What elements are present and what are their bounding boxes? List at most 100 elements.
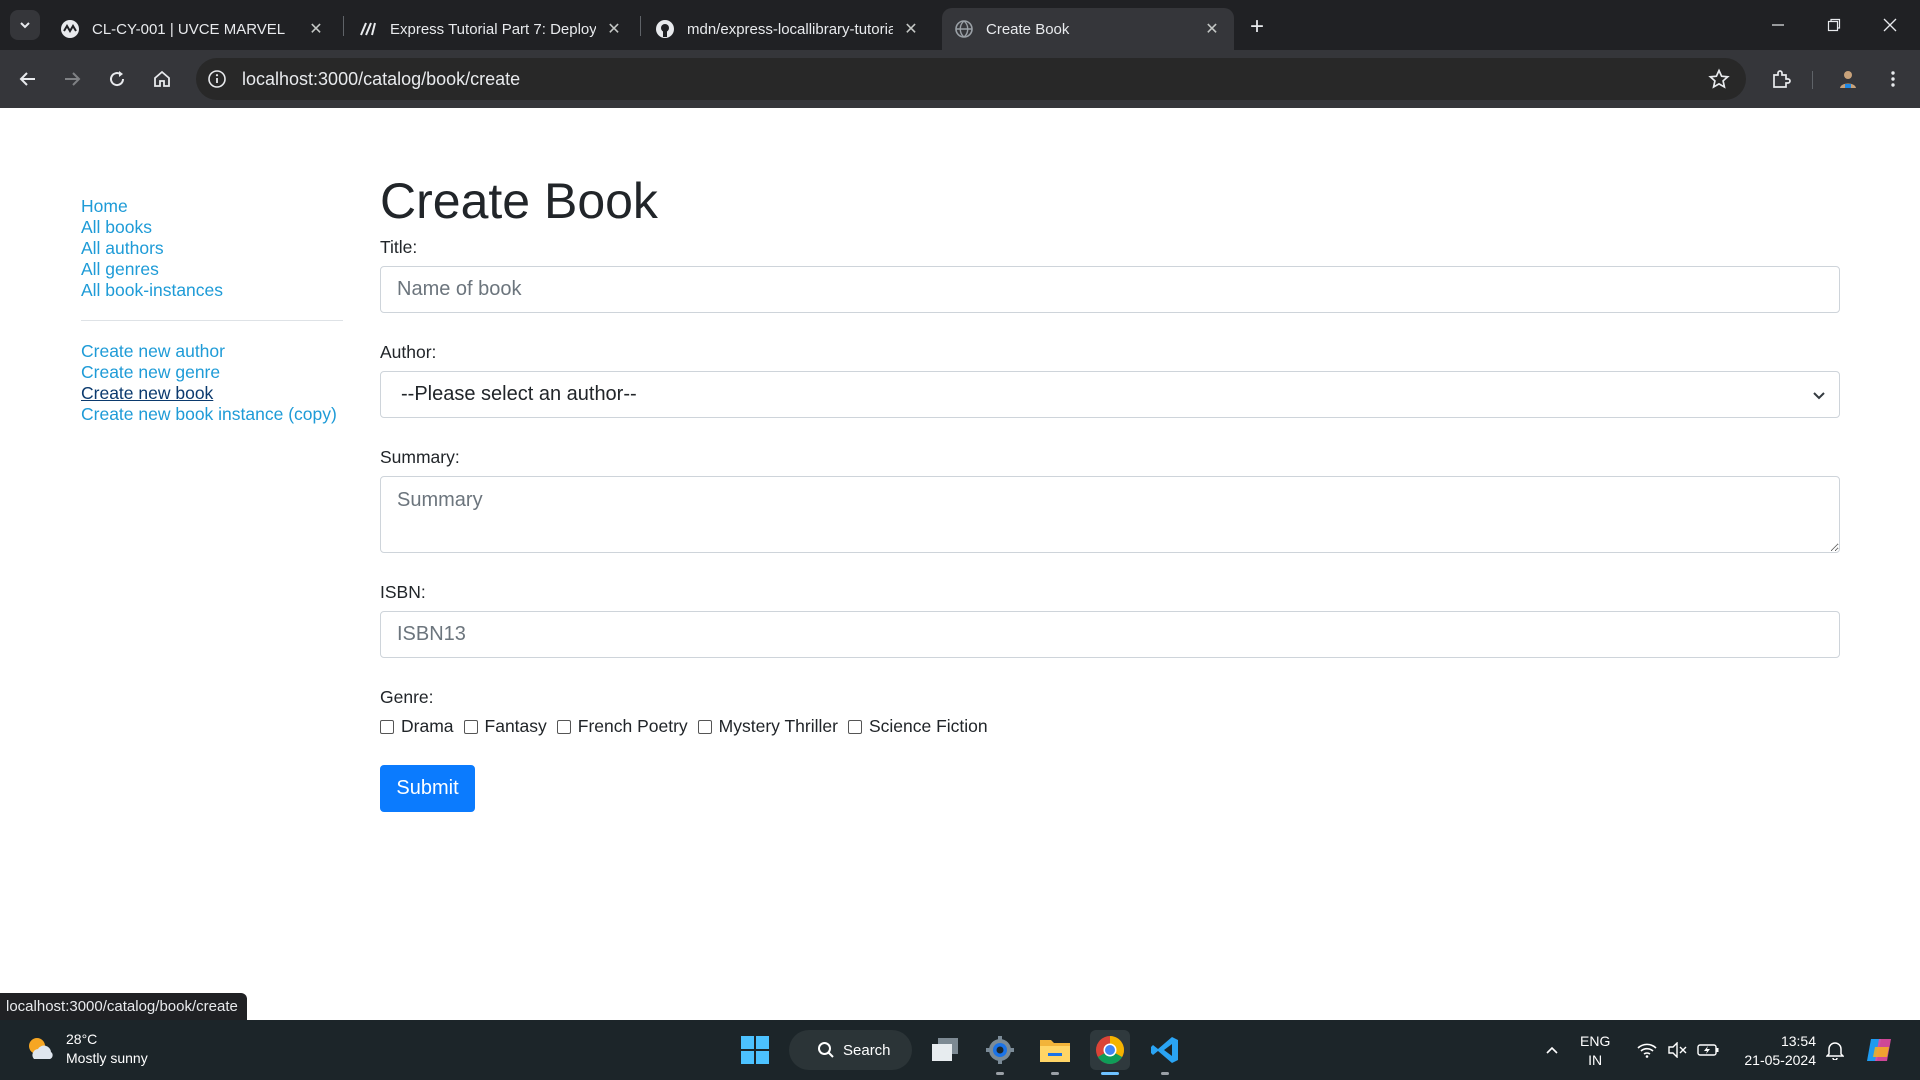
file-explorer-app[interactable] (1035, 1030, 1075, 1075)
marvel-logo-icon (60, 19, 80, 39)
isbn-input[interactable] (380, 611, 1840, 658)
github-logo-icon (655, 19, 675, 39)
restore-button[interactable] (1806, 0, 1862, 50)
task-view-icon (932, 1038, 958, 1061)
weather-widget[interactable]: 28°C Mostly sunny (24, 1030, 148, 1068)
title-label: Title: (380, 237, 418, 257)
tab-search-button[interactable] (10, 10, 40, 40)
chevron-up-icon (1546, 1046, 1558, 1054)
tab-divider (343, 16, 344, 36)
profile-button[interactable] (1830, 61, 1866, 97)
address-bar[interactable]: localhost:3000/catalog/book/create (196, 58, 1746, 100)
close-tab-icon[interactable]: ✕ (306, 19, 326, 39)
input-language-indicator[interactable]: ENG IN (1580, 1032, 1610, 1070)
running-indicator (1051, 1072, 1059, 1075)
system-clock[interactable]: 13:54 21-05-2024 (1738, 1032, 1816, 1070)
close-tab-icon[interactable]: ✕ (1202, 19, 1222, 39)
isbn-label: ISBN: (380, 582, 426, 602)
taskbar-search[interactable]: Search (789, 1030, 912, 1070)
show-hidden-icons-button[interactable] (1540, 1020, 1564, 1080)
author-select[interactable]: --Please select an author-- (380, 371, 1840, 418)
genre-option-mystery-thriller[interactable]: Mystery Thriller (697, 716, 838, 737)
tab-uvce-marvel[interactable]: CL-CY-001 | UVCE MARVEL ✕ (48, 8, 338, 50)
bookmark-star-icon[interactable] (1708, 68, 1730, 90)
sidebar-link-home[interactable]: Home (81, 196, 343, 217)
genre-option-fantasy[interactable]: Fantasy (463, 716, 547, 737)
genre-checkbox[interactable] (697, 719, 712, 734)
home-icon (154, 70, 170, 87)
wifi-status[interactable] (1634, 1020, 1660, 1080)
sidebar-link-create-book-instance[interactable]: Create new book instance (copy) (81, 404, 343, 425)
extensions-button[interactable] (1763, 61, 1799, 97)
genre-checkbox[interactable] (847, 719, 862, 734)
sidebar-link-all-book-instances[interactable]: All book-instances (81, 280, 343, 301)
weather-temp: 28°C (66, 1031, 98, 1047)
bell-icon (1826, 1042, 1844, 1060)
tab-title: CL-CY-001 | UVCE MARVEL (92, 20, 286, 38)
battery-status[interactable] (1694, 1020, 1722, 1080)
copilot-logo-icon (1867, 1039, 1891, 1061)
sidebar-link-all-authors[interactable]: All authors (81, 238, 343, 259)
summary-textarea[interactable] (380, 476, 1840, 553)
vscode-logo-icon (1151, 1037, 1178, 1063)
browser-tab-bar: CL-CY-001 | UVCE MARVEL ✕ Express Tutori… (0, 0, 1920, 50)
region-code: IN (1588, 1052, 1603, 1068)
author-group: Author: --Please select an author-- (380, 341, 1840, 418)
more-vertical-icon (1891, 71, 1895, 87)
tab-divider (640, 16, 641, 36)
volume-status[interactable] (1664, 1020, 1690, 1080)
back-button[interactable] (10, 61, 46, 97)
chrome-app[interactable] (1090, 1030, 1130, 1075)
sidebar-link-all-books[interactable]: All books (81, 217, 343, 238)
genre-checkbox[interactable] (380, 719, 394, 734)
title-input[interactable] (380, 266, 1840, 313)
close-tab-icon[interactable]: ✕ (604, 19, 624, 39)
mdn-logo-icon (358, 19, 378, 39)
close-icon (1883, 18, 1897, 32)
genre-checkbox[interactable] (556, 719, 571, 734)
notifications-button[interactable] (1822, 1020, 1848, 1080)
summary-label: Summary: (380, 447, 460, 467)
tab-create-book[interactable]: Create Book ✕ (942, 8, 1234, 50)
new-tab-button[interactable]: + (1243, 13, 1271, 41)
tab-express-tutorial[interactable]: Express Tutorial Part 7: Deployin ✕ (346, 8, 636, 50)
partly-sunny-icon (29, 1038, 53, 1059)
tab-github-repo[interactable]: mdn/express-locallibrary-tutoria ✕ (643, 8, 933, 50)
arrow-left-icon (19, 72, 35, 86)
settings-app[interactable] (980, 1030, 1020, 1075)
volume-muted-icon (1668, 1042, 1687, 1058)
sidebar-link-all-genres[interactable]: All genres (81, 259, 343, 280)
reload-button[interactable] (99, 61, 135, 97)
link-status-bar: localhost:3000/catalog/book/create (0, 993, 247, 1020)
genre-name: Fantasy (484, 716, 547, 736)
sidebar-link-create-author[interactable]: Create new author (81, 341, 343, 362)
page-content: Home All books All authors All genres Al… (0, 108, 1920, 1020)
submit-button[interactable]: Submit (380, 765, 475, 812)
vscode-app[interactable] (1145, 1030, 1185, 1075)
minimize-button[interactable] (1750, 0, 1806, 50)
page-title: Create Book (380, 173, 658, 229)
site-info-icon[interactable] (206, 68, 228, 90)
close-window-button[interactable] (1862, 0, 1918, 50)
genre-option-science-fiction[interactable]: Science Fiction (847, 716, 988, 737)
genre-option-french-poetry[interactable]: French Poetry (556, 716, 688, 737)
clock-date: 21-05-2024 (1744, 1052, 1816, 1068)
title-group: Title: (380, 236, 1840, 313)
task-view-button[interactable] (925, 1030, 965, 1070)
genre-checkbox[interactable] (463, 719, 478, 734)
genre-checkbox-list: Drama Fantasy French Poetry Mystery Thri… (380, 716, 1840, 737)
gear-icon (986, 1036, 1014, 1064)
copilot-button[interactable] (1862, 1020, 1898, 1080)
start-button[interactable] (735, 1030, 775, 1070)
home-button[interactable] (144, 61, 180, 97)
weather-desc: Mostly sunny (66, 1050, 148, 1066)
close-tab-icon[interactable]: ✕ (901, 19, 921, 39)
genre-option-drama[interactable]: Drama (380, 716, 454, 737)
running-indicator (1101, 1072, 1119, 1075)
browser-menu-button[interactable] (1875, 61, 1911, 97)
globe-icon (954, 19, 974, 39)
sidebar-link-create-book[interactable]: Create new book (81, 383, 343, 404)
sidebar-link-create-genre[interactable]: Create new genre (81, 362, 343, 383)
chrome-logo-icon (1096, 1036, 1124, 1064)
forward-button[interactable] (54, 61, 90, 97)
